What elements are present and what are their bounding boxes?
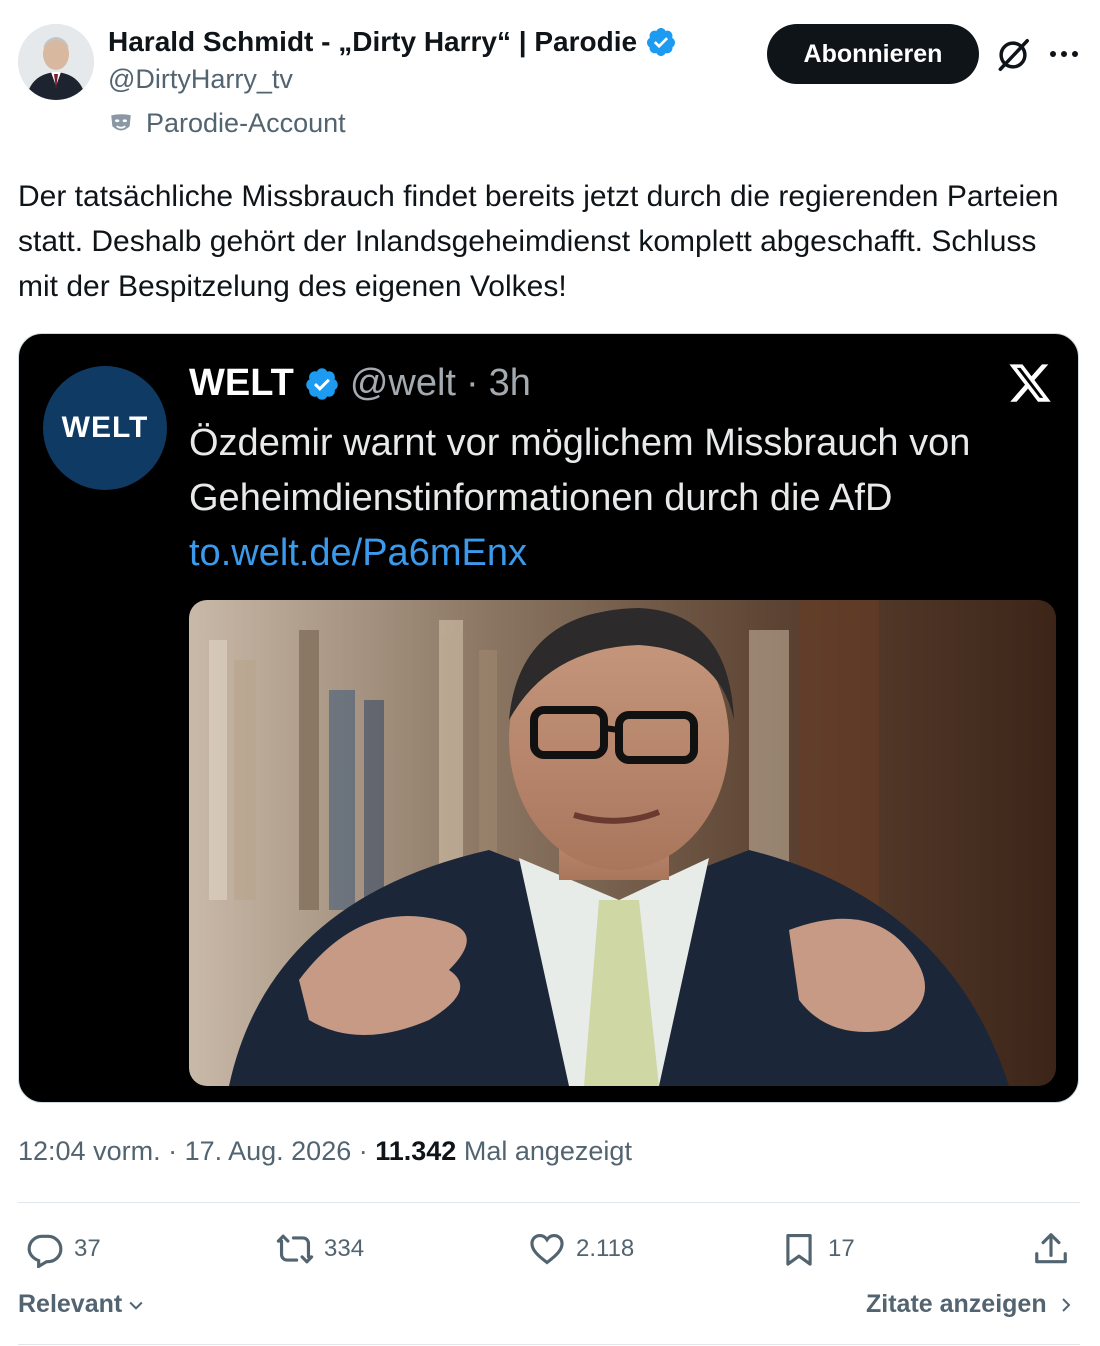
reply-button[interactable]: 37 <box>26 1226 101 1272</box>
parody-label-text: Parodie-Account <box>146 108 346 138</box>
embedded-header: WELT @welt · 3h <box>189 362 531 405</box>
embedded-separator: · <box>465 362 479 404</box>
parody-account-label: Parodie-Account <box>108 108 346 139</box>
embedded-headline: Özdemir warnt vor möglichem Missbrauch v… <box>189 422 971 519</box>
reply-icon <box>27 1234 63 1268</box>
embedded-link: to.welt.de/Pa6mEnx <box>189 532 527 574</box>
sort-relevant-dropdown[interactable]: Relevant <box>18 1290 146 1319</box>
like-button[interactable]: 2.118 <box>528 1226 634 1272</box>
like-count: 2.118 <box>576 1235 635 1262</box>
embedded-text: Özdemir warnt vor möglichem Missbrauch v… <box>189 416 1049 581</box>
tweet-text: Der tatsächliche Missbrauch findet berei… <box>18 180 1059 303</box>
embedded-photo <box>189 600 1056 1086</box>
meta-separator: · <box>351 1136 376 1166</box>
embedded-handle: @welt <box>349 362 456 404</box>
avatar[interactable] <box>18 24 94 100</box>
heart-icon <box>530 1233 564 1265</box>
more-options-icon[interactable] <box>1044 36 1084 72</box>
author-name[interactable]: Harald Schmidt - „Dirty Harry“ | Parodie <box>108 26 637 58</box>
reply-count: 37 <box>74 1235 101 1262</box>
tweet-media-image[interactable]: WELT WELT @welt · 3h Özdemir warnt vor m… <box>18 333 1079 1103</box>
share-icon <box>1035 1233 1067 1264</box>
divider <box>18 1202 1080 1203</box>
chevron-right-icon <box>1061 1297 1070 1312</box>
welt-logo: WELT <box>43 366 167 490</box>
view-count: 11.342 <box>375 1136 457 1166</box>
person-photo <box>189 600 1056 1086</box>
bookmark-button[interactable]: 17 <box>780 1226 855 1272</box>
tweet-meta: 12:04 vorm. · 17. Aug. 2026 · 11.342 Mal… <box>18 1136 632 1167</box>
tweet-time[interactable]: 12:04 vorm. <box>18 1136 161 1166</box>
subscribe-button[interactable]: Abonnieren <box>767 24 979 84</box>
view-quotes-link[interactable]: Zitate anzeigen <box>866 1290 1075 1319</box>
tweet-date[interactable]: 17. Aug. 2026 <box>185 1136 352 1166</box>
author-handle[interactable]: @DirtyHarry_tv <box>108 64 293 95</box>
x-logo-icon <box>1009 364 1051 402</box>
bookmark-count: 17 <box>828 1235 855 1262</box>
embedded-age: 3h <box>488 362 531 404</box>
verified-badge-icon <box>647 28 676 56</box>
divider <box>18 1344 1080 1345</box>
repost-button[interactable]: 334 <box>276 1226 364 1272</box>
embedded-name: WELT <box>189 362 294 404</box>
author-name-row[interactable]: Harald Schmidt - „Dirty Harry“ | Parodie <box>108 26 677 58</box>
grok-icon[interactable] <box>994 36 1032 74</box>
avatar-portrait <box>18 24 94 100</box>
view-count-label: Mal angezeigt <box>463 1136 632 1166</box>
sort-label: Relevant <box>18 1290 123 1318</box>
mask-icon <box>111 113 131 130</box>
quotes-label: Zitate anzeigen <box>866 1290 1047 1318</box>
share-button[interactable] <box>1032 1226 1070 1272</box>
bookmark-icon <box>786 1233 812 1266</box>
embedded-verified-icon <box>306 367 338 400</box>
welt-logo-text: WELT <box>61 411 149 444</box>
repost-icon <box>276 1234 314 1264</box>
meta-separator: · <box>160 1136 185 1166</box>
repost-count: 334 <box>324 1235 365 1262</box>
chevron-down-icon <box>129 1301 143 1310</box>
